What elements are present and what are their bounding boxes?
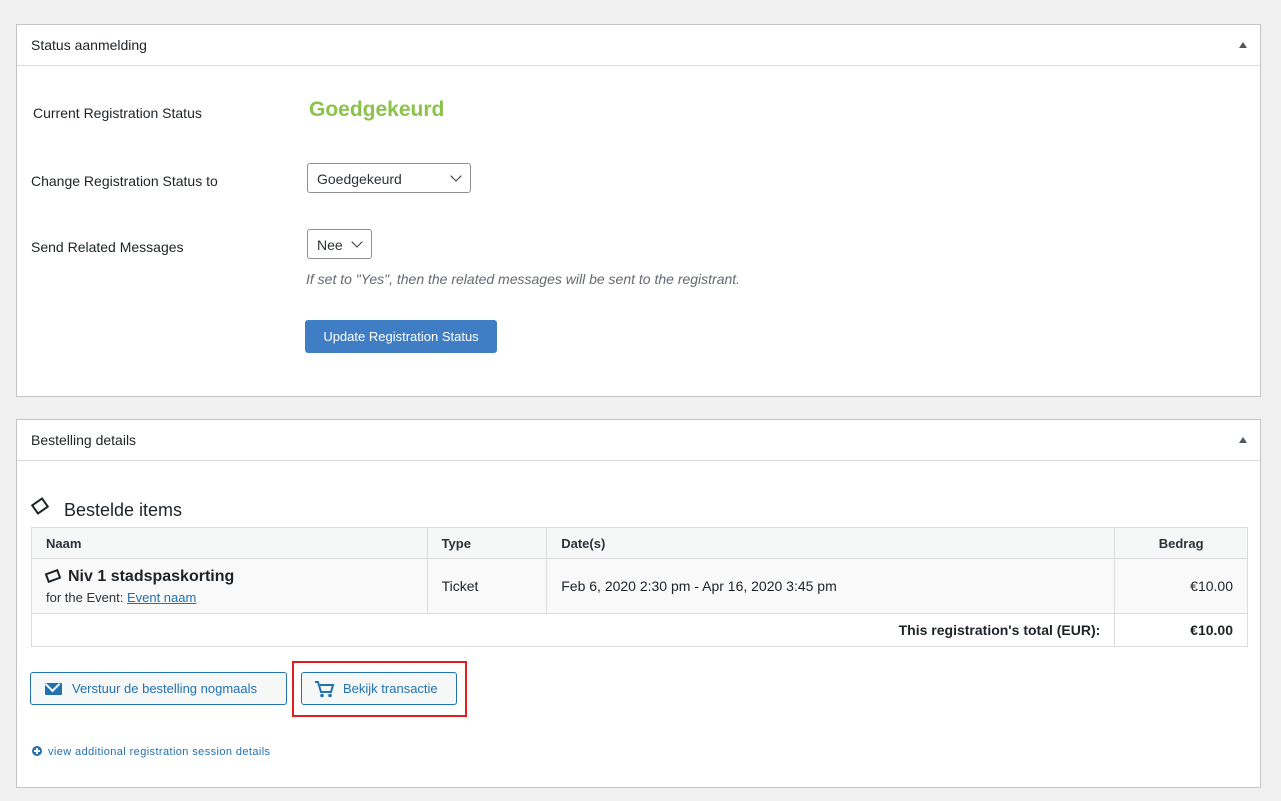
chevron-down-icon: [450, 170, 462, 182]
ticket-name-text: Niv 1 stadspaskorting: [68, 567, 235, 585]
send-messages-label: Send Related Messages: [31, 239, 184, 255]
col-header-name: Naam: [31, 527, 428, 559]
additional-details-text: view additional registration session det…: [48, 746, 271, 758]
col-header-amount: Bedrag: [1114, 527, 1248, 559]
cart-icon: [315, 681, 335, 698]
resend-order-label: Verstuur de bestelling nogmaals: [72, 681, 258, 696]
status-postbox-header[interactable]: Status aanmelding: [17, 25, 1260, 66]
send-messages-select[interactable]: Nee: [307, 229, 372, 259]
item-dates-cell: Feb 6, 2020 2:30 pm - Apr 16, 2020 3:45 …: [546, 558, 1116, 614]
ticket-icon: [44, 568, 62, 583]
current-status-label: Current Registration Status: [33, 105, 202, 121]
view-transaction-label: Bekijk transactie: [343, 681, 438, 696]
current-status-value: Goedgekeurd: [309, 98, 445, 121]
item-name-cell: Niv 1 stadspaskorting for the Event: Eve…: [31, 558, 428, 614]
view-transaction-button[interactable]: Bekijk transactie: [301, 672, 457, 705]
col-header-dates: Date(s): [546, 527, 1116, 559]
table-header-row: Naam Type Date(s) Bedrag: [31, 527, 1248, 559]
table-row: Niv 1 stadspaskorting for the Event: Eve…: [31, 558, 1248, 614]
event-line: for the Event: Event naam: [46, 590, 413, 605]
total-value: €10.00: [1114, 613, 1248, 647]
item-type-cell: Ticket: [426, 558, 548, 614]
order-postbox: Bestelling details Bestelde items Naam T…: [16, 419, 1261, 788]
change-status-selected: Goedgekeurd: [317, 171, 402, 187]
send-messages-selected: Nee: [317, 237, 343, 253]
total-label: This registration's total (EUR):: [30, 613, 1116, 647]
update-status-button[interactable]: Update Registration Status: [305, 320, 497, 353]
ticket-tag-icon: [30, 497, 50, 515]
resend-order-button[interactable]: Verstuur de bestelling nogmaals: [30, 672, 287, 705]
envelope-icon: [45, 683, 62, 695]
table-total-row: This registration's total (EUR): €10.00: [30, 613, 1248, 647]
status-postbox: Status aanmelding Current Registration S…: [16, 24, 1261, 397]
chevron-down-icon: [351, 236, 363, 248]
order-postbox-title: Bestelling details: [31, 432, 137, 448]
event-prefix: for the Event:: [46, 589, 124, 605]
status-postbox-title: Status aanmelding: [31, 37, 147, 53]
send-messages-hint: If set to "Yes", then the related messag…: [306, 271, 741, 287]
additional-details-link[interactable]: view additional registration session det…: [32, 746, 270, 758]
plus-circle-icon: [32, 746, 42, 756]
event-name-link[interactable]: Event naam: [127, 590, 196, 605]
collapse-arrow-icon[interactable]: [1239, 42, 1247, 48]
item-amount-cell: €10.00: [1114, 558, 1248, 614]
ordered-items-title: Bestelde items: [64, 500, 183, 520]
col-header-type: Type: [426, 527, 548, 559]
change-status-label: Change Registration Status to: [31, 173, 218, 189]
collapse-arrow-icon[interactable]: [1239, 437, 1247, 443]
order-postbox-header[interactable]: Bestelling details: [17, 420, 1260, 461]
ordered-items-table: Naam Type Date(s) Bedrag Niv 1 stadspask…: [30, 527, 1248, 647]
ticket-name: Niv 1 stadspaskorting: [44, 567, 413, 586]
change-status-select[interactable]: Goedgekeurd: [307, 163, 471, 193]
